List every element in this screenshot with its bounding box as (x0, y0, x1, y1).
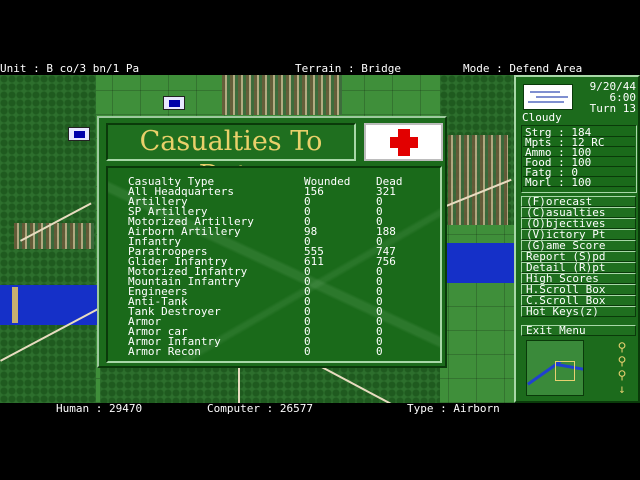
human-score: Human : 29470 (56, 402, 143, 415)
zoom-out-icon[interactable]: ⚲ (612, 368, 632, 382)
zoom-mid-icon[interactable]: ⚲ (612, 354, 632, 368)
unit-counter[interactable] (68, 127, 90, 141)
road (238, 365, 240, 403)
town-area (448, 135, 508, 225)
computer-score: Computer : 26577 (207, 402, 313, 415)
bridge (12, 287, 18, 323)
town-area (222, 75, 342, 115)
zoom-icons[interactable]: ⚲ ⚲ ⚲ ↓ (612, 340, 632, 396)
turn-label: Turn 13 (589, 102, 636, 115)
side-panel: 9/20/44 6:00 Turn 13 Cloudy Strg : 184 Mp… (514, 75, 640, 403)
top-status-bar: Unit : B co/3 bn/1 Pa Terrain : Bridge M… (0, 62, 640, 75)
weather-label: Cloudy (522, 111, 562, 124)
menu-button-hot-keys-z[interactable]: Hot Keys(z) (521, 306, 636, 317)
minimap-viewport[interactable] (555, 361, 575, 381)
table-row: Tank Destroyer 0 0 (128, 306, 428, 317)
cell-wounded: 0 (304, 345, 311, 358)
cell-dead: 0 (376, 345, 383, 358)
stat-label: Morl : 100 (525, 176, 592, 189)
minimap[interactable] (526, 340, 584, 396)
weather-cloud-icon (523, 84, 573, 110)
stat-row: Morl : 100 (523, 176, 635, 189)
forest-area (100, 365, 440, 403)
unit-stats: Strg : 184 Mpts : 12 RC Ammo : 100 Food : 1… (521, 125, 637, 193)
unit-counter[interactable] (163, 96, 185, 110)
cell-type: Armor Recon (128, 345, 201, 358)
selected-unit-label: Unit : B co/3 bn/1 Pa (0, 62, 140, 75)
dialog-title: Casualties To Date (106, 123, 356, 191)
river (446, 243, 514, 283)
table-row: Armor Recon 0 0 (128, 345, 428, 358)
mode-label: Mode : Defend Area (463, 62, 583, 75)
bottom-status-bar: Human : 29470 Computer : 26577 Type : Ai… (0, 402, 640, 415)
menu-button-exit-menu[interactable]: Exit Menu (521, 325, 636, 336)
red-cross-icon (364, 123, 443, 161)
terrain-label: Terrain : Bridge (295, 62, 401, 75)
arrow-down-icon[interactable]: ↓ (612, 382, 632, 396)
casualties-table: Casualty Type Wounded Dead All Headquart… (106, 166, 442, 363)
unit-type: Type : Airborn (407, 402, 500, 415)
date-time-turn: 9/20/44 6:00 Turn 13 (576, 81, 636, 115)
casualties-dialog: Casualties To Date Casualty Type Wounded… (97, 116, 447, 368)
zoom-in-icon[interactable]: ⚲ (612, 340, 632, 354)
